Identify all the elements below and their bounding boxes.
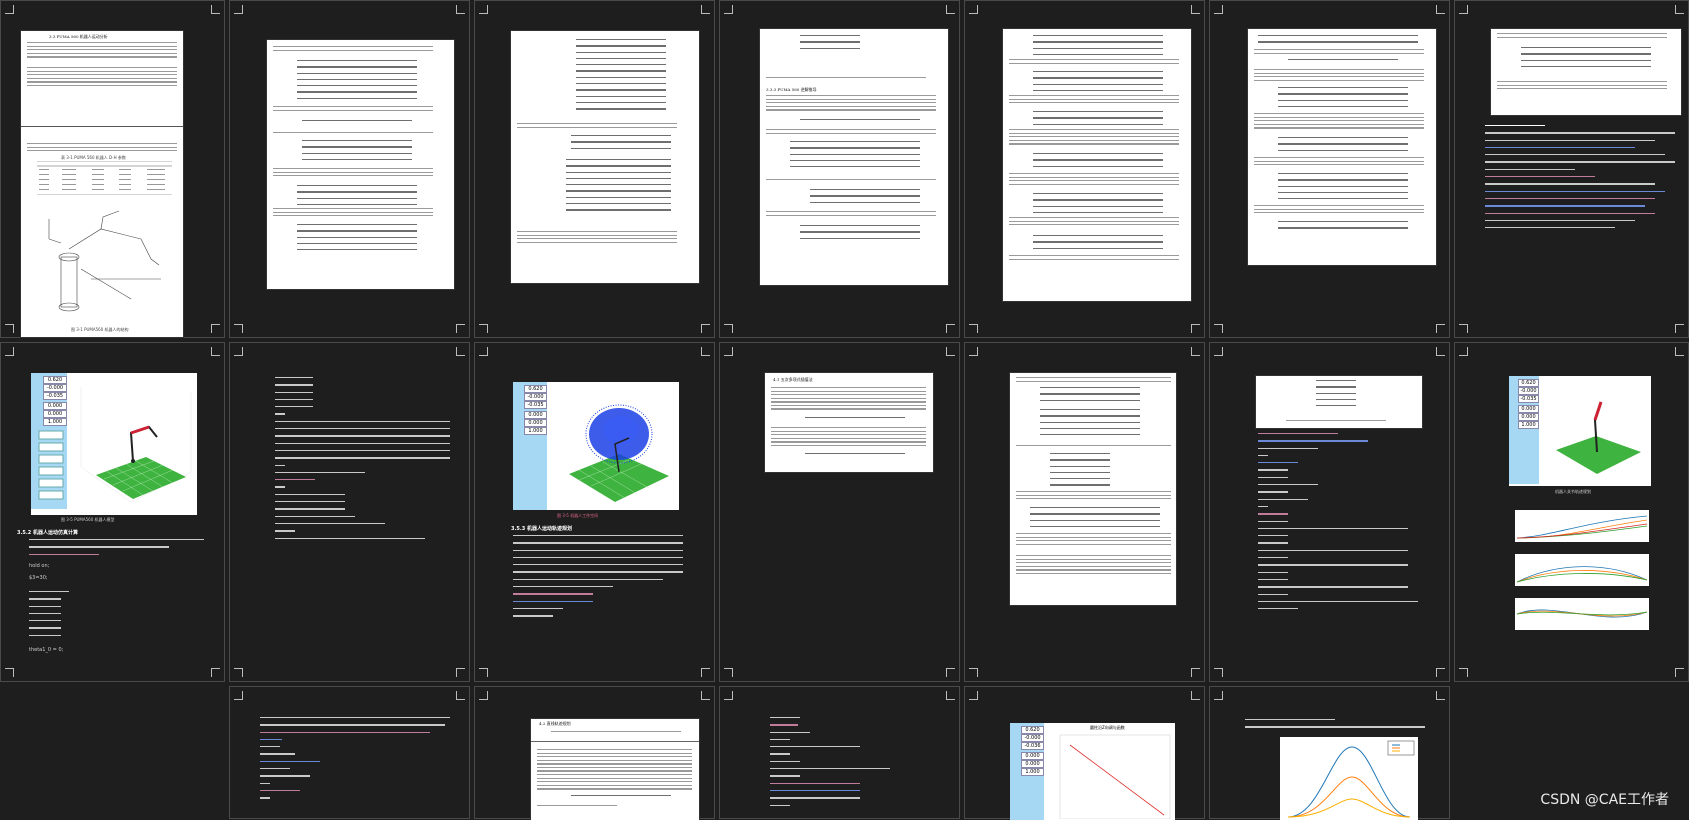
teach-ry: 0.000 xyxy=(1518,413,1539,421)
page-8-code-2: $3=30; xyxy=(29,575,48,581)
page-cell-19[interactable] xyxy=(1209,686,1450,820)
teach-rx: 0.000 xyxy=(43,402,67,410)
teach-rx: 0.000 xyxy=(1021,752,1044,760)
teach-pz: -0.035 xyxy=(43,392,67,400)
page-1-dh-table xyxy=(37,161,172,195)
page-1-sheet: 3.3 PUMA 560 机器人运动分析 表 3-1 PUMA 560 机器人 … xyxy=(21,31,183,337)
teach-rx: 0.000 xyxy=(524,411,547,419)
page-10-caption: 图 3-5 机器人工作空间 xyxy=(557,513,599,518)
cycloid-plot xyxy=(1280,737,1418,820)
page-4-sheet: 3.3.3 PUMA 560 逆解推导 xyxy=(760,29,948,285)
page-3-sheet xyxy=(511,31,699,283)
page-cell-7[interactable] xyxy=(1454,0,1689,338)
page-8-code-3: theta1_0 = 0; xyxy=(29,647,64,653)
page-cell-11[interactable]: 4.1 五次多项式插值法 xyxy=(719,342,960,682)
teach-rz: 1.000 xyxy=(524,427,547,435)
joint-trajectory-plots xyxy=(1515,510,1649,630)
teach-px: 0.620 xyxy=(524,385,547,393)
page-cell-14[interactable]: 0.620 -0.000 -0.035 0.000 0.000 1.000 机器… xyxy=(1454,342,1689,682)
teach-py: -0.000 xyxy=(524,393,547,401)
page-cell-17[interactable] xyxy=(719,686,960,819)
csdn-watermark: CSDN @CAE工作者 xyxy=(1540,792,1669,808)
page-thumbnail-grid: 3.3 PUMA 560 机器人运动分析 表 3-1 PUMA 560 机器人 … xyxy=(0,0,1689,820)
teach-rz: 1.000 xyxy=(43,418,67,426)
page-11-sheet: 4.1 五次多项式插值法 xyxy=(765,373,933,472)
teach-pz: -0.036 xyxy=(1021,742,1044,750)
page-7-text xyxy=(1485,125,1675,234)
teach-panel[interactable]: 0.620 -0.000 -0.035 0.000 0.000 1.000 xyxy=(513,382,547,510)
teach-rz: 1.000 xyxy=(1021,768,1044,776)
page-8-caption: 图 3-5 PUMA560 机器人模型 xyxy=(61,517,115,522)
page-cell-2[interactable] xyxy=(229,0,470,338)
teach-rx: 0.000 xyxy=(1518,405,1539,413)
teach-ry: 0.000 xyxy=(524,419,547,427)
workspace-figure: 0.620 -0.000 -0.035 0.000 0.000 1.000 xyxy=(513,382,679,510)
page-9-code xyxy=(275,377,465,545)
page-cell-10[interactable]: 0.620 -0.000 -0.035 0.000 0.000 1.000 图 … xyxy=(474,342,715,682)
page-cell-15[interactable] xyxy=(229,686,470,819)
robot-plot-3d xyxy=(80,387,192,503)
page-11-section-title: 4.1 五次多项式插值法 xyxy=(773,377,813,382)
teach-px: 0.620 xyxy=(1518,379,1539,387)
page-17-section-title: 4.2 直线轨迹规划 xyxy=(539,721,571,726)
teach-panel[interactable]: 0.620 -0.000 -0.035 0.000 0.000 1.000 xyxy=(31,373,67,509)
page-17-sheet: 4.2 直线轨迹规划 xyxy=(531,719,699,820)
page-15-code xyxy=(260,717,455,805)
teach-ry: 0.000 xyxy=(43,410,67,418)
page-cell-18[interactable]: 0.620 -0.000 -0.036 0.000 0.000 1.000 圆柱… xyxy=(964,686,1205,820)
page-13-code xyxy=(1258,433,1428,615)
joint-sliders[interactable] xyxy=(33,429,65,507)
page-4-section-title: 3.3.3 PUMA 560 逆解推导 xyxy=(766,87,817,92)
page-8-section-title: 3.5.2 机器人运动仿真计算 xyxy=(17,530,78,536)
teach-py: -0.000 xyxy=(1518,387,1539,395)
page-2-sheet xyxy=(267,40,454,289)
page-1-section-title: 3.3 PUMA 560 机器人运动分析 xyxy=(49,34,108,39)
linear-trajectory-figure: 0.620 -0.000 -0.036 0.000 0.000 1.000 圆柱… xyxy=(1010,723,1175,820)
trajectory-robot-plot xyxy=(1556,401,1641,474)
teach-py: -0.000 xyxy=(1021,734,1044,742)
page-cell-4[interactable]: 3.3.3 PUMA 560 逆解推导 xyxy=(719,0,960,338)
page-8-code-1: hold on; xyxy=(29,563,50,569)
page-7-sheet xyxy=(1491,29,1681,115)
teach-px: 0.620 xyxy=(1021,726,1044,734)
page-cell-13[interactable] xyxy=(1209,342,1450,682)
teach-px: 0.620 xyxy=(43,376,67,384)
page-cell-12[interactable] xyxy=(964,342,1205,682)
linear-trajectory-plot xyxy=(1059,734,1171,819)
teach-panel[interactable]: 0.620 -0.000 -0.036 0.000 0.000 1.000 xyxy=(1010,723,1044,820)
teach-py: -0.000 xyxy=(43,384,67,392)
teach-pz: -0.035 xyxy=(1518,395,1539,403)
page-cell-1[interactable]: 3.3 PUMA 560 机器人运动分析 表 3-1 PUMA 560 机器人 … xyxy=(0,0,225,338)
page-5-sheet xyxy=(1003,29,1191,301)
page-cell-5[interactable] xyxy=(964,0,1205,338)
page-1-figure-caption: 图 3-1 PUMA560 机器人的结构 xyxy=(71,327,129,332)
page-18-code xyxy=(770,717,940,812)
page-cell-9[interactable] xyxy=(229,342,470,682)
workspace-point-cloud xyxy=(569,404,669,502)
teach-ry: 0.000 xyxy=(1021,760,1044,768)
page-12-sheet xyxy=(1010,373,1176,605)
teach-rz: 1.000 xyxy=(1518,421,1539,429)
page-cell-6[interactable] xyxy=(1209,0,1450,338)
teach-pz: -0.035 xyxy=(524,401,547,409)
robot-model-figure: 0.620 -0.000 -0.035 0.000 0.000 1.000 xyxy=(31,373,197,515)
page-1-robot-sketch xyxy=(48,210,161,312)
page-cell-8[interactable]: 0.620 -0.000 -0.035 0.000 0.000 1.000 图 … xyxy=(0,342,225,682)
page-cell-3[interactable] xyxy=(474,0,715,338)
page-14-caption: 机器人关节轨迹规划 xyxy=(1555,489,1591,494)
page-10-section-title: 3.5.3 机器人运动轨迹规划 xyxy=(511,526,572,532)
page-cell-16[interactable]: 4.2 直线轨迹规划 xyxy=(474,686,715,820)
teach-panel[interactable]: 0.620 -0.000 -0.035 0.000 0.000 1.000 xyxy=(1509,376,1539,484)
trajectory-robot-figure: 0.620 -0.000 -0.035 0.000 0.000 1.000 xyxy=(1509,376,1651,486)
page-6-sheet xyxy=(1248,29,1436,265)
page-13-sheet xyxy=(1256,376,1422,428)
